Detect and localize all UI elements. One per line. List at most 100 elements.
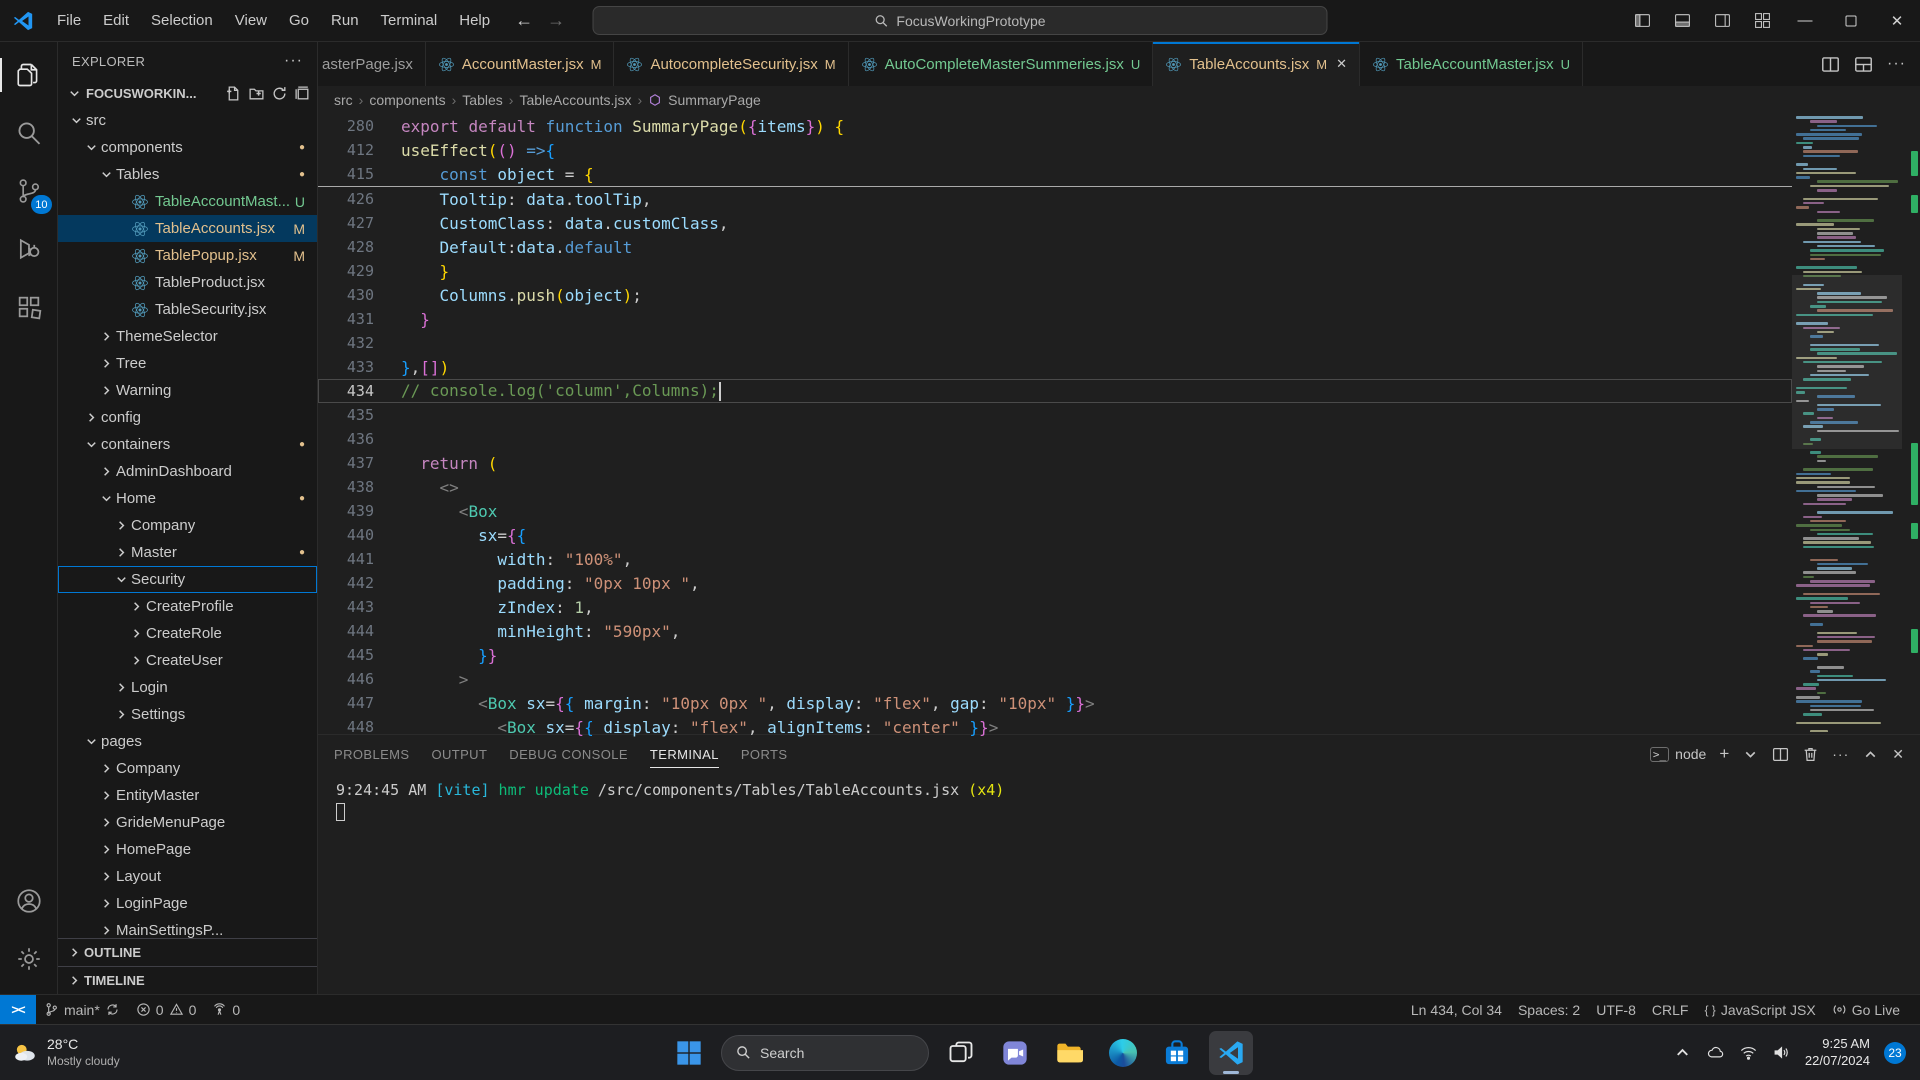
settings-gear-icon[interactable] <box>0 930 58 988</box>
tree-item-createprofile[interactable]: CreateProfile <box>58 593 317 620</box>
tree-item-layout[interactable]: Layout <box>58 863 317 890</box>
taskbar-search[interactable]: Search <box>721 1035 929 1071</box>
code-line[interactable]: 433},[]) <box>318 355 1792 379</box>
code-line[interactable]: 437 return ( <box>318 451 1792 475</box>
menu-run[interactable]: Run <box>320 7 370 34</box>
toggle-sidebar-icon[interactable] <box>1622 0 1662 41</box>
minimap[interactable] <box>1792 114 1920 734</box>
taskbar-clock[interactable]: 9:25 AM 22/07/2024 <box>1805 1036 1870 1070</box>
code-line[interactable]: 447 <Box sx={{ margin: "10px 0px ", disp… <box>318 691 1792 715</box>
line-number[interactable]: 435 <box>318 406 374 424</box>
close-panel-icon[interactable]: ✕ <box>1892 746 1904 763</box>
new-terminal-icon[interactable]: + <box>1719 744 1729 764</box>
line-number[interactable]: 433 <box>318 358 374 376</box>
volume-icon[interactable] <box>1772 1043 1791 1062</box>
breadcrumb-item-src[interactable]: src <box>334 92 353 108</box>
tree-item-login[interactable]: Login <box>58 674 317 701</box>
tree-item-loginpage[interactable]: LoginPage <box>58 890 317 917</box>
close-tab-icon[interactable]: ✕ <box>1336 56 1347 72</box>
command-center-search[interactable]: FocusWorkingPrototype <box>593 6 1328 35</box>
line-number[interactable]: 441 <box>318 550 374 568</box>
explorer-more-actions-icon[interactable]: ··· <box>284 52 303 70</box>
code-line[interactable]: 444 minHeight: "590px", <box>318 619 1792 643</box>
go-live-item[interactable]: Go Live <box>1824 995 1908 1024</box>
menu-help[interactable]: Help <box>448 7 501 34</box>
line-number[interactable]: 446 <box>318 670 374 688</box>
tree-item-containers[interactable]: containers● <box>58 431 317 458</box>
panel-tab-debug-console[interactable]: DEBUG CONSOLE <box>509 735 628 773</box>
eol-sequence[interactable]: CRLF <box>1644 995 1697 1024</box>
tree-item-company[interactable]: Company <box>58 512 317 539</box>
tree-item-tableaccountmast[interactable]: TableAccountMast...U <box>58 188 317 215</box>
new-folder-icon[interactable] <box>248 85 265 102</box>
tree-item-tablepopup-jsx[interactable]: TablePopup.jsxM <box>58 242 317 269</box>
tree-item-admindashboard[interactable]: AdminDashboard <box>58 458 317 485</box>
code-line[interactable]: 446 > <box>318 667 1792 691</box>
tree-item-src[interactable]: src <box>58 107 317 134</box>
tree-item-createrole[interactable]: CreateRole <box>58 620 317 647</box>
indentation[interactable]: Spaces: 2 <box>1510 995 1588 1024</box>
maximize-button[interactable] <box>1828 0 1874 41</box>
panel-more-icon[interactable]: ··· <box>1832 746 1849 762</box>
code-line[interactable]: 434// console.log('column',Columns); <box>318 379 1792 403</box>
code-line[interactable]: 415 const object = { <box>318 162 1792 186</box>
tree-item-mainsettingsp[interactable]: MainSettingsP... <box>58 917 317 938</box>
problems-item[interactable]: 0 0 <box>128 995 205 1024</box>
search-sidebar-icon[interactable] <box>0 104 58 162</box>
tree-item-settings[interactable]: Settings <box>58 701 317 728</box>
code-line[interactable]: 445 }} <box>318 643 1792 667</box>
line-number[interactable]: 427 <box>318 214 374 232</box>
editor-tab-tableaccountmaster-jsx[interactable]: TableAccountMaster.jsxU <box>1360 42 1583 86</box>
code-line[interactable]: 429 } <box>318 259 1792 283</box>
line-number[interactable]: 431 <box>318 310 374 328</box>
refresh-icon[interactable] <box>271 85 288 102</box>
line-number[interactable]: 434 <box>318 382 374 400</box>
panel-tab-problems[interactable]: PROBLEMS <box>334 735 409 773</box>
edge-browser-icon[interactable] <box>1101 1031 1145 1075</box>
line-number[interactable]: 429 <box>318 262 374 280</box>
source-control-icon[interactable]: 10 <box>0 162 58 220</box>
menu-terminal[interactable]: Terminal <box>370 7 449 34</box>
notification-count-badge[interactable]: 23 <box>1884 1042 1906 1064</box>
terminal-output[interactable]: 9:24:45 AM [vite] hmr update /src/compon… <box>318 773 1920 994</box>
panel-tab-output[interactable]: OUTPUT <box>431 735 487 773</box>
cursor-position[interactable]: Ln 434, Col 34 <box>1403 995 1510 1024</box>
ports-item[interactable]: 0 <box>204 995 248 1024</box>
outline-section[interactable]: OUTLINE <box>58 938 317 966</box>
collapse-all-icon[interactable] <box>294 85 311 102</box>
code-line[interactable]: 432 <box>318 331 1792 355</box>
tree-item-tables[interactable]: Tables● <box>58 161 317 188</box>
line-number[interactable]: 444 <box>318 622 374 640</box>
split-terminal-icon[interactable] <box>1772 746 1789 763</box>
start-button[interactable] <box>667 1031 711 1075</box>
weather-widget[interactable]: 28°C Mostly cloudy <box>0 1036 120 1069</box>
wifi-icon[interactable] <box>1739 1043 1758 1062</box>
menu-selection[interactable]: Selection <box>140 7 224 34</box>
timeline-section[interactable]: TIMELINE <box>58 966 317 994</box>
tree-item-gridemenupage[interactable]: GrideMenuPage <box>58 809 317 836</box>
remote-indicator[interactable]: >< <box>0 995 36 1024</box>
tree-item-home[interactable]: Home● <box>58 485 317 512</box>
breadcrumb-item-tableaccounts-jsx[interactable]: TableAccounts.jsx <box>519 92 631 108</box>
tree-item-tablesecurity-jsx[interactable]: TableSecurity.jsx <box>58 296 317 323</box>
onedrive-cloud-icon[interactable] <box>1706 1043 1725 1062</box>
tree-item-security[interactable]: Security <box>58 566 317 593</box>
line-number[interactable]: 440 <box>318 526 374 544</box>
customize-layout-icon[interactable] <box>1742 0 1782 41</box>
code-line[interactable]: 435 <box>318 403 1792 427</box>
line-number[interactable]: 415 <box>318 165 374 183</box>
code-line[interactable]: 441 width: "100%", <box>318 547 1792 571</box>
vscode-taskbar-icon[interactable] <box>1209 1031 1253 1075</box>
git-branch-item[interactable]: main* <box>36 995 128 1024</box>
code-line[interactable]: 440 sx={{ <box>318 523 1792 547</box>
new-file-icon[interactable] <box>225 85 242 102</box>
panel-tab-ports[interactable]: PORTS <box>741 735 788 773</box>
minimize-button[interactable]: — <box>1782 0 1828 41</box>
split-editor-icon[interactable] <box>1821 55 1840 74</box>
line-number[interactable]: 448 <box>318 718 374 736</box>
line-number[interactable]: 280 <box>318 117 374 135</box>
tree-item-company[interactable]: Company <box>58 755 317 782</box>
microsoft-store-icon[interactable] <box>1155 1031 1199 1075</box>
tree-item-master[interactable]: Master● <box>58 539 317 566</box>
tree-item-pages[interactable]: pages <box>58 728 317 755</box>
